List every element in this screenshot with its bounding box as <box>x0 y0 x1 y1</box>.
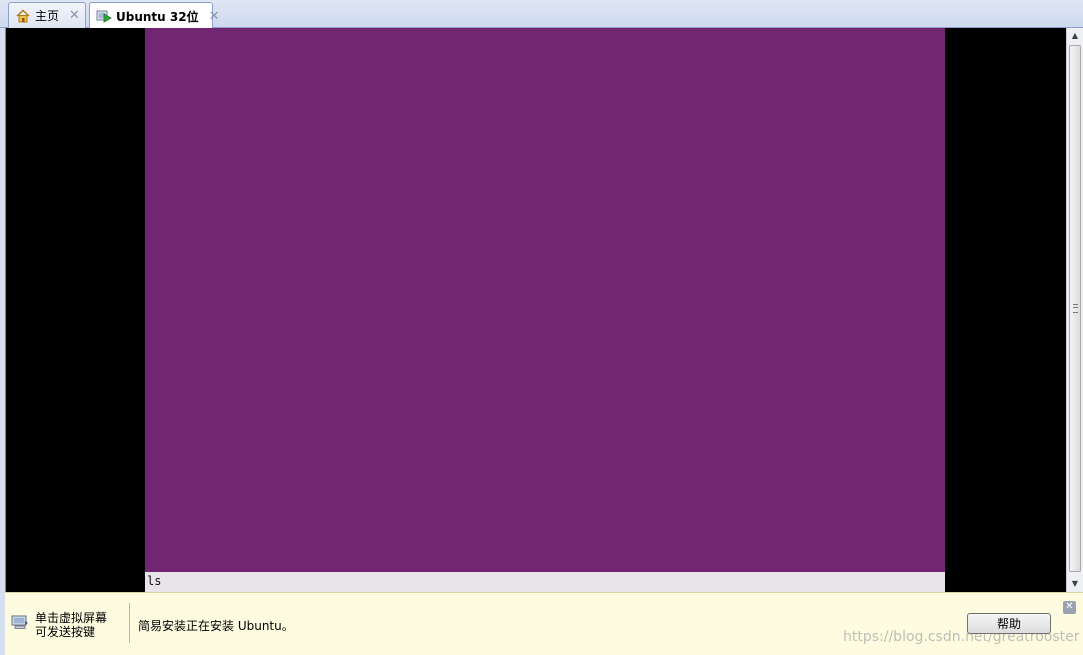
help-button[interactable]: 帮助 <box>967 613 1051 634</box>
vmware-window: 主页 ✕ Ubuntu 32位 ✕ ls ▲ ▼ 单击虚拟屏幕 可发送按键 简易… <box>0 0 1083 655</box>
keyboard-icon <box>11 615 29 629</box>
vertical-scrollbar[interactable]: ▲ ▼ <box>1066 28 1083 592</box>
close-icon[interactable]: ✕ <box>1063 601 1076 614</box>
hint-line-2: 可发送按键 <box>35 625 96 639</box>
separator <box>129 603 130 643</box>
vm-screen[interactable] <box>145 28 945 572</box>
vm-console-area[interactable]: ls <box>5 28 1067 592</box>
grip-icon <box>1073 304 1078 313</box>
info-bar: 单击虚拟屏幕 可发送按键 简易安装正在安装 Ubuntu。 https://bl… <box>5 592 1083 655</box>
vm-running-icon <box>96 8 112 24</box>
tab-home[interactable]: 主页 ✕ <box>8 2 86 28</box>
install-status-message: 简易安装正在安装 Ubuntu。 <box>138 619 294 633</box>
home-icon <box>15 8 31 24</box>
tab-home-label: 主页 <box>35 9 60 23</box>
tab-ubuntu-vm[interactable]: Ubuntu 32位 ✕ <box>89 2 219 29</box>
hint-line-1: 单击虚拟屏幕 <box>35 611 108 625</box>
tab-ubuntu-label: Ubuntu 32位 <box>116 9 199 24</box>
console-text-line: ls <box>145 572 945 592</box>
click-to-send-keys-hint: 单击虚拟屏幕 可发送按键 <box>35 611 127 639</box>
scroll-down-icon[interactable]: ▼ <box>1067 576 1083 592</box>
scroll-up-icon[interactable]: ▲ <box>1067 28 1083 44</box>
close-icon[interactable]: ✕ <box>209 9 220 24</box>
close-icon[interactable]: ✕ <box>69 8 80 23</box>
scrollbar-thumb[interactable] <box>1069 45 1081 572</box>
tab-strip: 主页 ✕ Ubuntu 32位 ✕ <box>0 0 1083 29</box>
